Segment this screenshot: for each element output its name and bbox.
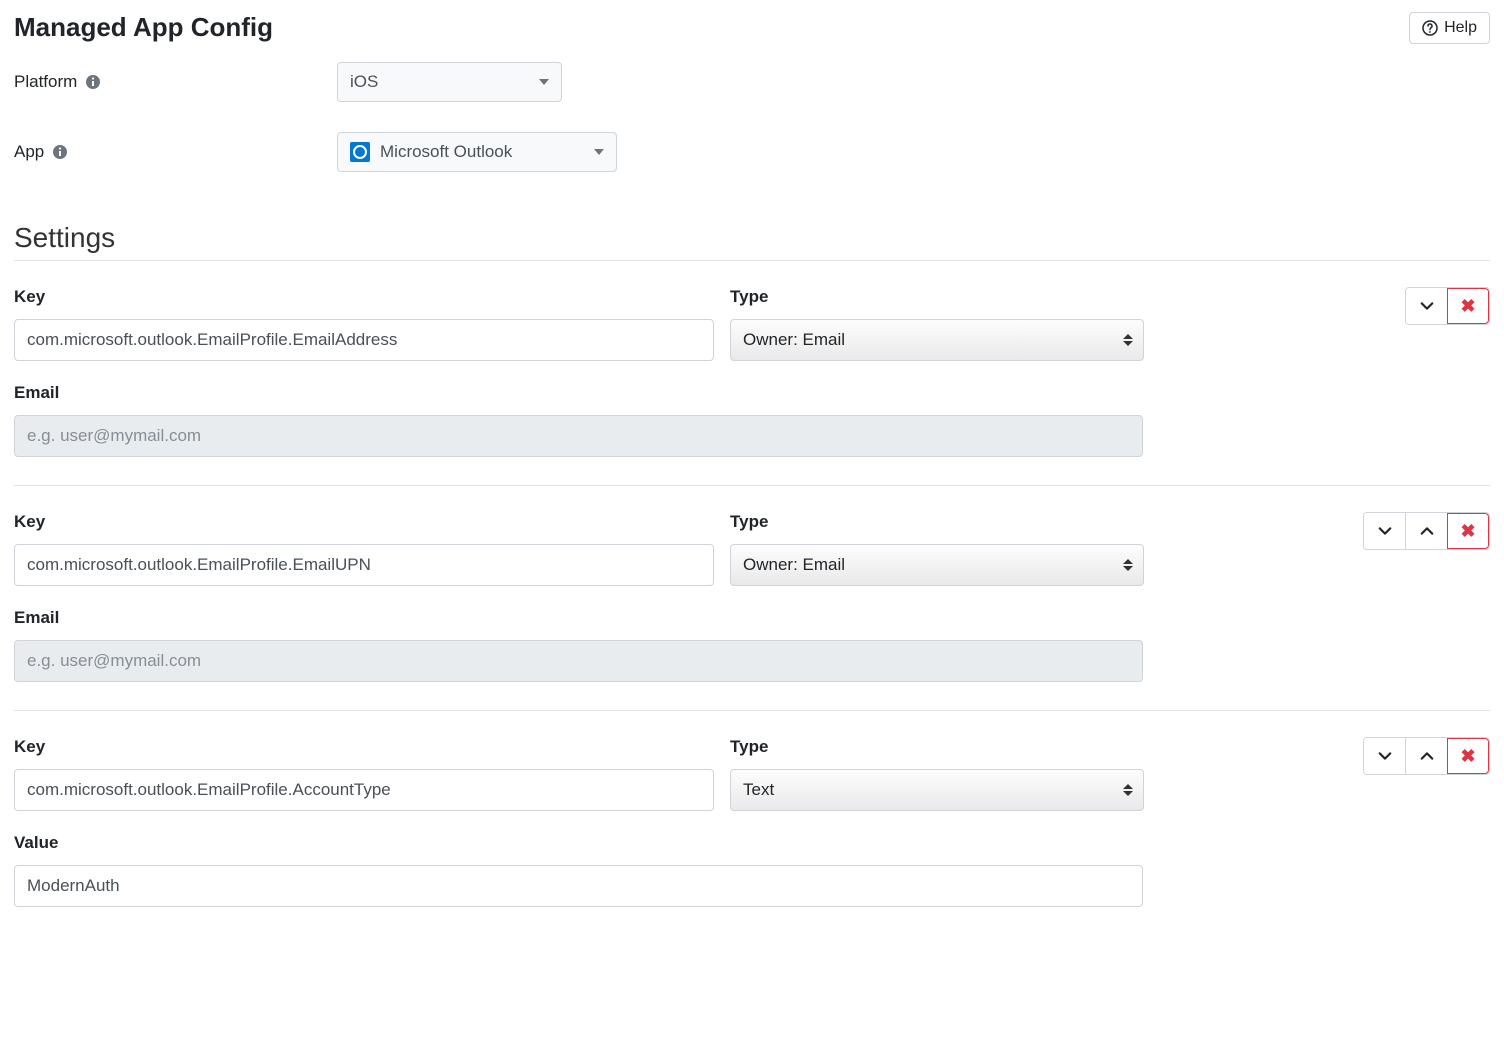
move-down-button[interactable] — [1406, 288, 1448, 324]
email-input[interactable] — [14, 415, 1143, 457]
email-input[interactable] — [14, 640, 1143, 682]
type-value: Owner: Email — [743, 555, 845, 575]
info-icon — [52, 144, 68, 160]
close-icon: ✖ — [1460, 746, 1475, 767]
delete-button[interactable]: ✖ — [1447, 738, 1489, 774]
key-label: Key — [14, 287, 714, 307]
platform-value: iOS — [350, 72, 378, 92]
email-label: Email — [14, 608, 1143, 628]
platform-label: Platform — [14, 72, 77, 92]
close-icon: ✖ — [1460, 296, 1475, 317]
chevron-down-icon — [594, 149, 604, 155]
row-actions: ✖ — [1363, 512, 1490, 550]
select-arrows-icon — [1123, 334, 1133, 346]
type-value: Text — [743, 780, 774, 800]
close-icon: ✖ — [1460, 521, 1475, 542]
chevron-down-icon — [539, 79, 549, 85]
type-label: Type — [730, 737, 1144, 757]
type-label: Type — [730, 287, 1144, 307]
settings-heading: Settings — [14, 222, 1490, 261]
select-arrows-icon — [1123, 784, 1133, 796]
move-down-button[interactable] — [1364, 738, 1406, 774]
type-select[interactable]: Owner: Email — [730, 544, 1144, 586]
app-select[interactable]: Microsoft Outlook — [337, 132, 617, 172]
value-input[interactable] — [14, 865, 1143, 907]
setting-row: Key Type Text ✖ Value — [14, 711, 1490, 935]
app-label: App — [14, 142, 44, 162]
help-label: Help — [1444, 19, 1477, 37]
row-actions: ✖ — [1405, 287, 1490, 325]
delete-button[interactable]: ✖ — [1447, 513, 1489, 549]
setting-row: Key Type Owner: Email ✖ — [14, 486, 1490, 711]
key-label: Key — [14, 512, 714, 532]
outlook-icon — [350, 142, 370, 162]
type-label: Type — [730, 512, 1144, 532]
app-value: Microsoft Outlook — [380, 142, 512, 162]
type-value: Owner: Email — [743, 330, 845, 350]
type-select[interactable]: Owner: Email — [730, 319, 1144, 361]
key-input[interactable] — [14, 544, 714, 586]
type-select[interactable]: Text — [730, 769, 1144, 811]
help-button[interactable]: Help — [1409, 12, 1490, 44]
key-input[interactable] — [14, 319, 714, 361]
page-title: Managed App Config — [14, 12, 273, 43]
key-label: Key — [14, 737, 714, 757]
info-icon — [85, 74, 101, 90]
help-icon — [1422, 20, 1438, 36]
move-down-button[interactable] — [1364, 513, 1406, 549]
platform-select[interactable]: iOS — [337, 62, 562, 102]
move-up-button[interactable] — [1406, 738, 1448, 774]
select-arrows-icon — [1123, 559, 1133, 571]
chevron-down-icon — [1378, 749, 1392, 763]
key-input[interactable] — [14, 769, 714, 811]
value-label: Value — [14, 833, 1143, 853]
row-actions: ✖ — [1363, 737, 1490, 775]
chevron-down-icon — [1378, 524, 1392, 538]
delete-button[interactable]: ✖ — [1447, 288, 1489, 324]
chevron-down-icon — [1420, 299, 1434, 313]
move-up-button[interactable] — [1406, 513, 1448, 549]
chevron-up-icon — [1420, 749, 1434, 763]
email-label: Email — [14, 383, 1143, 403]
chevron-up-icon — [1420, 524, 1434, 538]
setting-row: Key Type Owner: Email ✖ Email — [14, 261, 1490, 486]
